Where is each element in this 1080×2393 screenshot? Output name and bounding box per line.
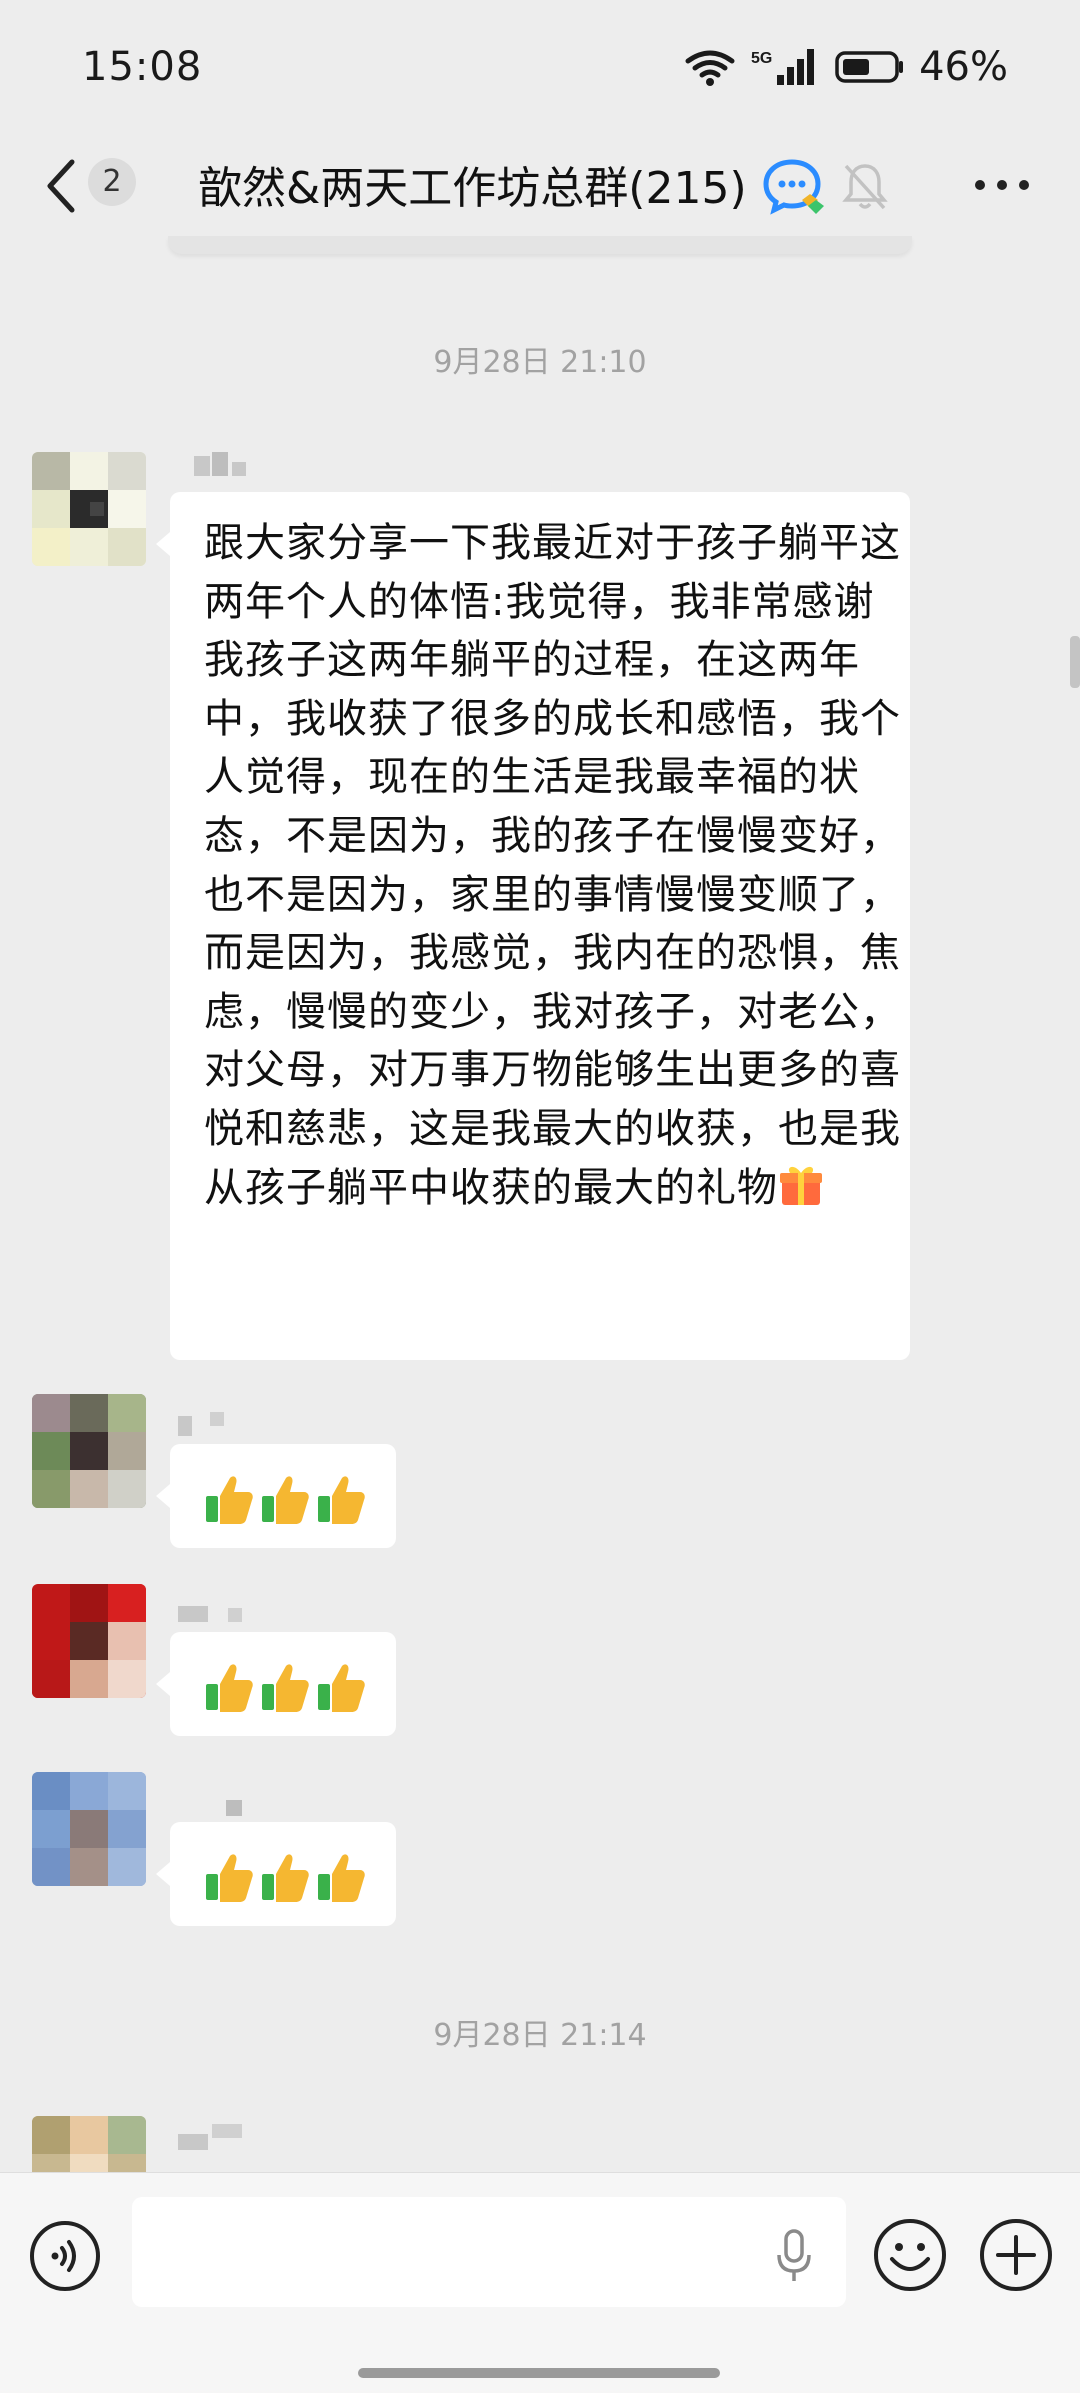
message-bubble[interactable] — [156, 1632, 396, 1736]
network-label: 5G — [751, 50, 772, 67]
mute-bell-icon — [842, 164, 888, 210]
unread-count-badge[interactable]: 2 — [88, 158, 136, 206]
status-time: 15:08 — [82, 44, 203, 90]
thumbs-up-reply — [204, 1660, 366, 1714]
battery-percent: 46% — [919, 44, 1008, 90]
thumbs-up-icon — [206, 1664, 253, 1712]
thumbs-up-reply — [204, 1472, 366, 1526]
emoji-icon[interactable] — [872, 2217, 948, 2293]
scrollbar[interactable] — [1070, 636, 1080, 688]
status-bar: 15:08 5G 46% — [0, 0, 1080, 130]
pinned-announcement-bar[interactable] — [168, 236, 912, 254]
message-timestamp: 9月28日 21:14 — [433, 2018, 647, 2053]
message-text-input[interactable] — [132, 2197, 846, 2307]
thumbs-up-icon — [318, 1476, 365, 1524]
message-bubble[interactable] — [156, 1822, 396, 1926]
avatar[interactable] — [32, 452, 146, 566]
group-chat-icon[interactable] — [762, 156, 826, 216]
thumbs-up-icon — [262, 1476, 309, 1524]
more-button[interactable] — [970, 170, 1034, 200]
thumbs-up-icon — [262, 1854, 309, 1902]
message-bubble[interactable] — [156, 1444, 396, 1548]
avatar[interactable] — [32, 1394, 146, 1508]
chat-title[interactable]: 歆然&两天工作坊总群(215) — [198, 152, 747, 216]
gift-icon — [780, 1166, 822, 1205]
message-input-bar — [0, 2172, 1080, 2393]
message-bubble[interactable]: 跟大家分享一下我最近对于孩子躺平这两年个人的体悟:我觉得，我非常感谢我孩子这两年… — [156, 492, 910, 1360]
thumbs-up-reply — [204, 1850, 366, 1904]
status-icons: 5G 46% — [683, 44, 1008, 90]
avatar[interactable] — [32, 2116, 146, 2172]
voice-input-icon[interactable] — [28, 2219, 102, 2293]
thumbs-up-icon — [206, 1854, 253, 1902]
battery-icon — [835, 51, 904, 83]
avatar[interactable] — [32, 1584, 146, 1698]
message-timestamp: 9月28日 21:10 — [433, 345, 647, 380]
thumbs-up-icon — [318, 1664, 365, 1712]
signal-icon: 5G — [751, 49, 815, 85]
thumbs-up-icon — [318, 1854, 365, 1902]
chevron-left-icon — [47, 159, 75, 213]
plus-icon[interactable] — [978, 2217, 1054, 2293]
back-button[interactable] — [38, 156, 86, 216]
home-indicator[interactable] — [358, 2368, 720, 2378]
message-text: 跟大家分享一下我最近对于孩子躺平这两年个人的体悟:我觉得，我非常感谢我孩子这两年… — [204, 520, 901, 1211]
avatar[interactable] — [32, 1772, 146, 1886]
thumbs-up-icon — [262, 1664, 309, 1712]
microphone-icon[interactable] — [774, 2227, 814, 2285]
wifi-icon — [685, 50, 735, 86]
thumbs-up-icon — [206, 1476, 253, 1524]
chat-header: 2 歆然&两天工作坊总群(215) — [0, 130, 1080, 240]
